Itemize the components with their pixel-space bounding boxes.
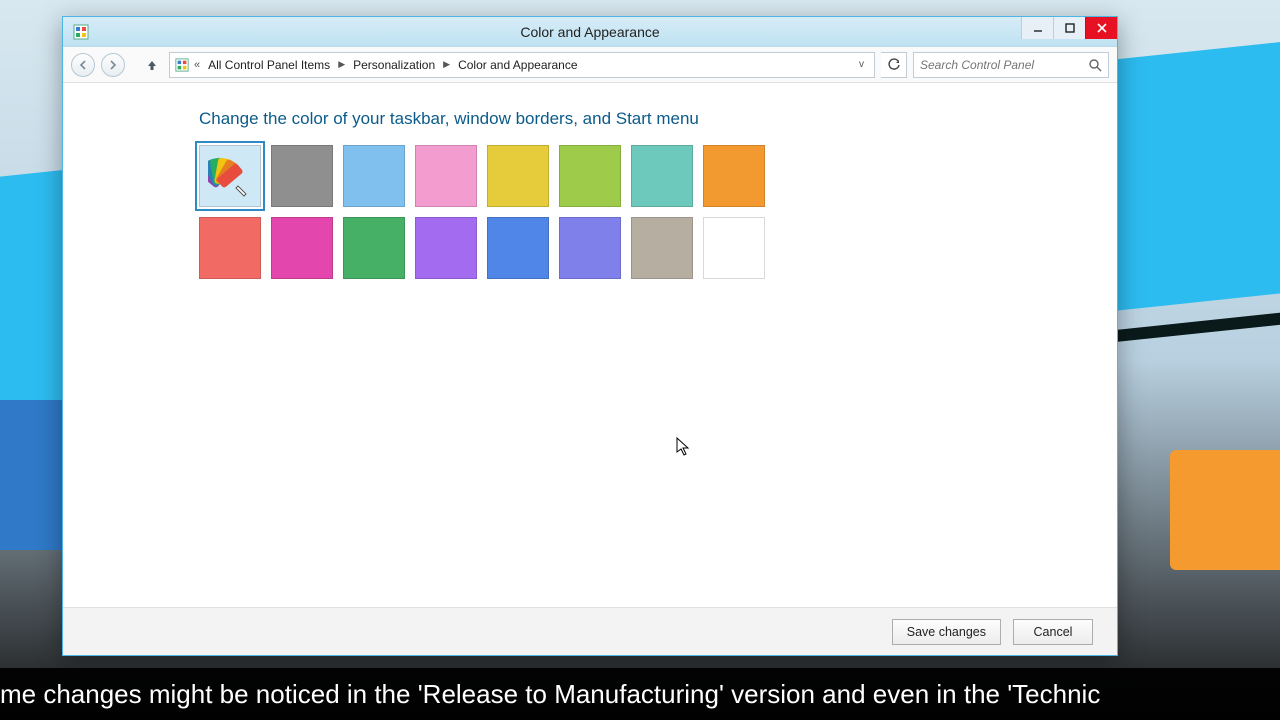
- color-swatch-11[interactable]: [415, 217, 477, 279]
- color-swatch-15[interactable]: [703, 217, 765, 279]
- chevron-right-icon: ▶: [441, 59, 452, 70]
- color-swatch-13[interactable]: [559, 217, 621, 279]
- breadcrumb-item-1[interactable]: Personalization: [349, 56, 439, 74]
- forward-button[interactable]: [101, 53, 125, 77]
- breadcrumb-history-icon[interactable]: «: [192, 59, 202, 71]
- color-swatch-automatic[interactable]: [199, 145, 261, 207]
- back-button[interactable]: [71, 53, 95, 77]
- breadcrumb-item-2[interactable]: Color and Appearance: [454, 56, 581, 74]
- titlebar[interactable]: Color and Appearance: [63, 17, 1117, 47]
- color-swatch-6[interactable]: [631, 145, 693, 207]
- minimize-button[interactable]: [1021, 17, 1053, 39]
- color-swatch-grid: [199, 145, 987, 279]
- refresh-button[interactable]: [881, 52, 907, 78]
- color-swatch-3[interactable]: [415, 145, 477, 207]
- video-caption: me changes might be noticed in the 'Rele…: [0, 668, 1280, 720]
- color-swatch-12[interactable]: [487, 217, 549, 279]
- maximize-button[interactable]: [1053, 17, 1085, 39]
- page-heading: Change the color of your taskbar, window…: [199, 109, 987, 129]
- address-bar-row: « All Control Panel Items ▶ Personalizat…: [63, 47, 1117, 83]
- color-swatch-1[interactable]: [271, 145, 333, 207]
- cancel-button[interactable]: Cancel: [1013, 619, 1093, 645]
- window-title: Color and Appearance: [63, 24, 1117, 40]
- breadcrumb-dropdown-icon[interactable]: v: [853, 59, 870, 70]
- footer-bar: Save changes Cancel: [63, 607, 1117, 655]
- breadcrumb[interactable]: « All Control Panel Items ▶ Personalizat…: [169, 52, 875, 78]
- search-box[interactable]: [913, 52, 1109, 78]
- color-swatch-2[interactable]: [343, 145, 405, 207]
- color-fan-icon: [208, 154, 252, 198]
- app-icon: [73, 24, 89, 40]
- search-input[interactable]: [920, 58, 1088, 72]
- color-swatch-14[interactable]: [631, 217, 693, 279]
- color-swatch-4[interactable]: [487, 145, 549, 207]
- up-button[interactable]: [141, 54, 163, 76]
- personalization-icon: [174, 57, 190, 73]
- color-swatch-10[interactable]: [343, 217, 405, 279]
- content-area: Change the color of your taskbar, window…: [63, 83, 1117, 607]
- save-changes-button[interactable]: Save changes: [892, 619, 1001, 645]
- breadcrumb-item-0[interactable]: All Control Panel Items: [204, 56, 334, 74]
- color-swatch-5[interactable]: [559, 145, 621, 207]
- chevron-right-icon: ▶: [336, 59, 347, 70]
- caption-text: me changes might be noticed in the 'Rele…: [0, 679, 1100, 710]
- window-color-and-appearance: Color and Appearance: [62, 16, 1118, 656]
- search-icon: [1088, 58, 1102, 72]
- color-swatch-8[interactable]: [199, 217, 261, 279]
- color-swatch-9[interactable]: [271, 217, 333, 279]
- color-swatch-7[interactable]: [703, 145, 765, 207]
- close-button[interactable]: [1085, 17, 1117, 39]
